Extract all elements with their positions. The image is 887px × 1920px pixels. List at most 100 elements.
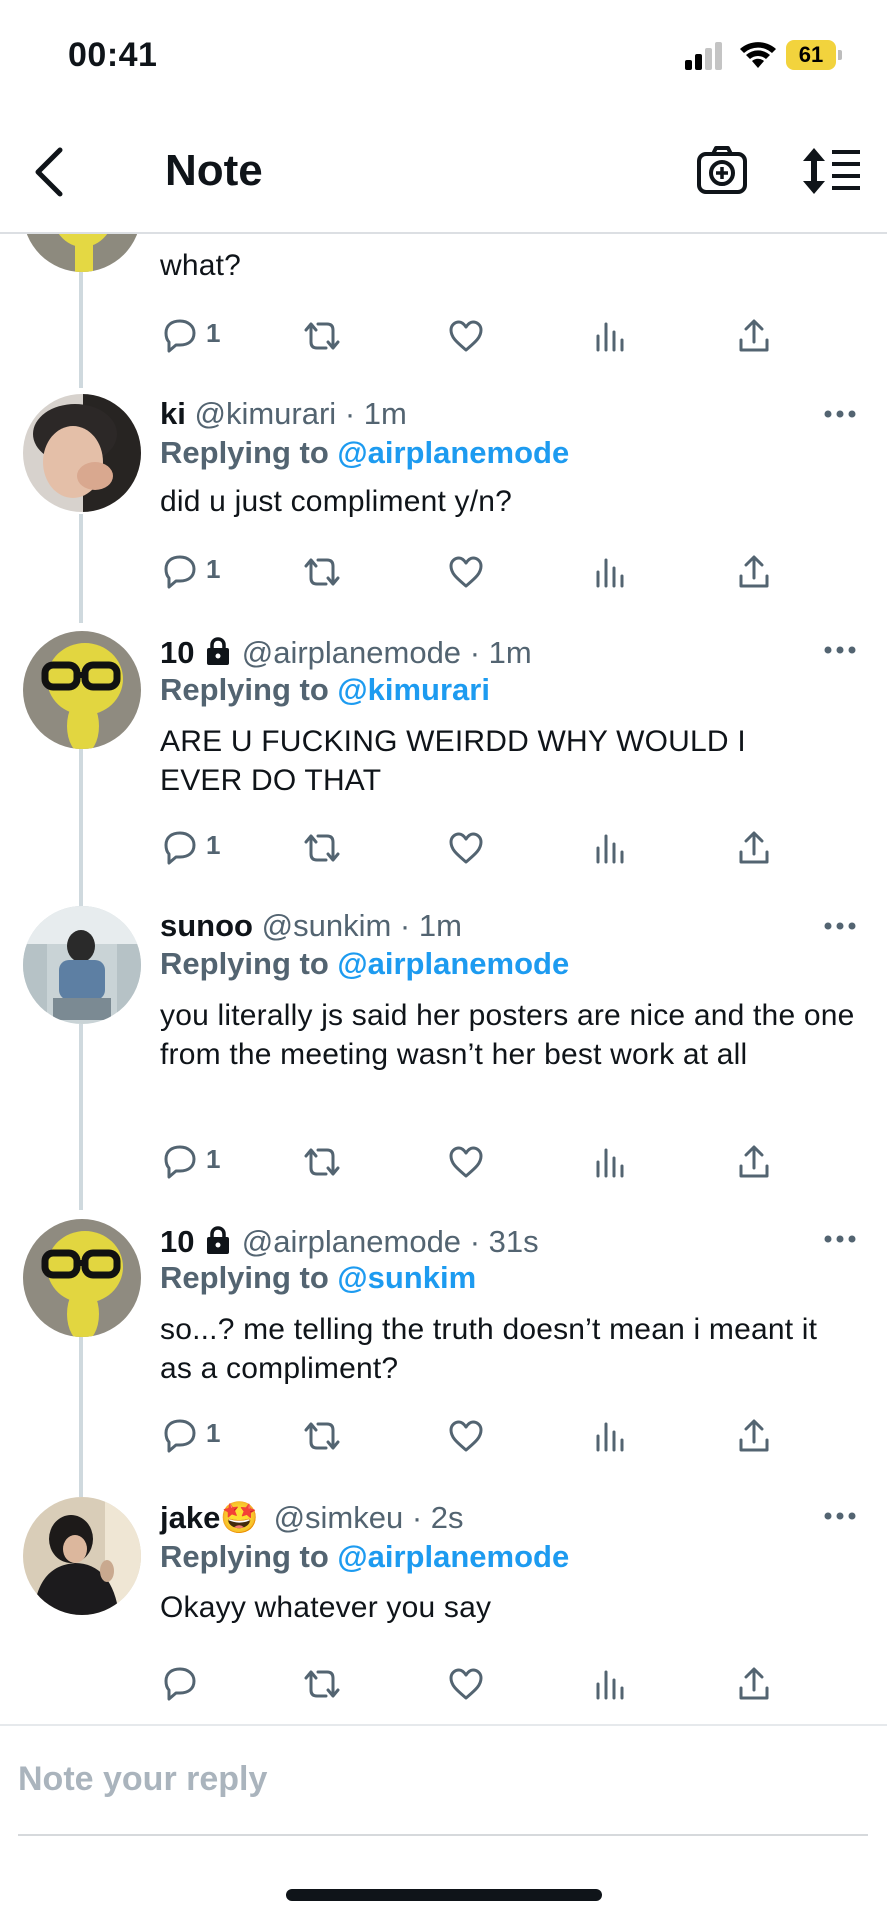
like-button[interactable] xyxy=(446,828,486,868)
stats-icon xyxy=(596,1422,624,1452)
avatar[interactable] xyxy=(23,906,141,1024)
avatar[interactable] xyxy=(23,1219,141,1337)
camera-plus-icon[interactable] xyxy=(696,144,748,196)
retweet-button[interactable] xyxy=(300,828,344,868)
avatar[interactable] xyxy=(23,631,141,749)
display-name[interactable]: 10 xyxy=(160,635,194,670)
reply-button[interactable]: 1 xyxy=(160,552,220,592)
mention-link[interactable]: @sunkim xyxy=(337,1260,476,1295)
display-name[interactable]: ki xyxy=(160,396,186,431)
reply-button[interactable]: 1 xyxy=(160,1142,220,1182)
more-icon[interactable] xyxy=(820,916,860,936)
like-button[interactable] xyxy=(446,1416,486,1456)
share-icon xyxy=(739,1145,769,1178)
tweet-actions: 1 xyxy=(160,1142,800,1182)
retweet-button[interactable] xyxy=(300,316,344,356)
reply-icon xyxy=(164,1667,196,1701)
tweet-actions: 1 xyxy=(160,1416,800,1456)
stats-icon xyxy=(596,1148,624,1178)
reply-count: 1 xyxy=(206,1144,221,1174)
composer-divider xyxy=(18,1834,868,1836)
like-icon xyxy=(449,556,483,588)
replies-feed[interactable]: what? 1 ki @kimurari · 1m Replying to @a… xyxy=(0,234,887,1724)
like-icon xyxy=(449,1420,483,1452)
reply-count: 1 xyxy=(206,830,221,860)
reply-input[interactable]: Note your reply xyxy=(18,1760,267,1799)
stats-button[interactable] xyxy=(590,316,630,356)
thread-line xyxy=(79,749,83,907)
username[interactable]: @kimurari xyxy=(194,396,336,431)
mention-link[interactable]: @kimurari xyxy=(337,672,490,707)
share-button[interactable] xyxy=(734,828,774,868)
share-button[interactable] xyxy=(734,1664,774,1704)
stats-icon xyxy=(596,1670,624,1700)
retweet-button[interactable] xyxy=(300,552,344,592)
retweet-icon xyxy=(304,322,340,350)
timestamp: · 31s xyxy=(469,1224,539,1259)
username[interactable]: @airplanemode xyxy=(242,635,461,670)
tweet-text: did u just compliment y/n? xyxy=(160,485,513,518)
sort-icon[interactable] xyxy=(800,146,862,196)
lock-icon xyxy=(207,637,230,665)
tweet-text: what? xyxy=(160,249,242,282)
username[interactable]: @sunkim xyxy=(262,908,392,943)
stats-button[interactable] xyxy=(590,828,630,868)
share-button[interactable] xyxy=(734,552,774,592)
display-name[interactable]: sunoo xyxy=(160,908,253,943)
reply-icon xyxy=(164,1419,196,1453)
share-button[interactable] xyxy=(734,1416,774,1456)
reply-button[interactable]: 1 xyxy=(160,316,220,356)
mention-link[interactable]: @airplanemode xyxy=(337,946,569,981)
like-icon xyxy=(449,1668,483,1700)
share-icon xyxy=(739,555,769,588)
replying-label: Replying to xyxy=(160,1260,329,1295)
retweet-button[interactable] xyxy=(300,1664,344,1704)
more-icon[interactable] xyxy=(820,1229,860,1249)
avatar[interactable] xyxy=(23,234,141,272)
like-button[interactable] xyxy=(446,1142,486,1182)
tweet-actions: 1 xyxy=(160,828,800,868)
like-button[interactable] xyxy=(446,1664,486,1704)
battery-level: 61 xyxy=(798,42,824,67)
display-name[interactable]: 10 xyxy=(160,1224,194,1259)
more-icon[interactable] xyxy=(820,640,860,660)
retweet-icon xyxy=(304,558,340,586)
tweet-text: ARE U FUCKING WEIRDD WHY WOULD I EVER DO… xyxy=(160,725,746,797)
timestamp: · 1m xyxy=(344,396,407,431)
reply-count: 1 xyxy=(206,554,221,584)
display-name[interactable]: jake🤩 xyxy=(160,1500,259,1535)
retweet-icon xyxy=(304,1422,340,1450)
like-icon xyxy=(449,832,483,864)
reply-button[interactable] xyxy=(160,1664,200,1704)
tweet-header: 10 @airplanemode · 31s xyxy=(160,1224,539,1260)
retweet-button[interactable] xyxy=(300,1142,344,1182)
thread-line xyxy=(79,1334,83,1497)
share-button[interactable] xyxy=(734,1142,774,1182)
like-button[interactable] xyxy=(446,552,486,592)
share-button[interactable] xyxy=(734,316,774,356)
stats-button[interactable] xyxy=(590,1142,630,1182)
timestamp: · 1m xyxy=(469,635,532,670)
like-button[interactable] xyxy=(446,316,486,356)
home-indicator[interactable] xyxy=(286,1889,602,1901)
retweet-button[interactable] xyxy=(300,1416,344,1456)
stats-button[interactable] xyxy=(590,552,630,592)
username[interactable]: @airplanemode xyxy=(242,1224,461,1259)
mention-link[interactable]: @airplanemode xyxy=(337,435,569,470)
more-icon[interactable] xyxy=(820,404,860,424)
reply-composer[interactable]: Note your reply xyxy=(0,1724,887,1834)
thread-line xyxy=(79,1024,83,1210)
stats-button[interactable] xyxy=(590,1664,630,1704)
more-icon[interactable] xyxy=(820,1506,860,1526)
replying-to: Replying to @airplanemode xyxy=(160,1539,569,1575)
reply-button[interactable]: 1 xyxy=(160,1416,220,1456)
avatar[interactable] xyxy=(23,394,141,512)
like-icon xyxy=(449,1146,483,1178)
username[interactable]: @simkeu xyxy=(274,1500,404,1535)
stats-button[interactable] xyxy=(590,1416,630,1456)
wifi-icon xyxy=(740,42,776,68)
chevron-left-icon[interactable] xyxy=(28,144,72,200)
avatar[interactable] xyxy=(23,1497,141,1615)
mention-link[interactable]: @airplanemode xyxy=(337,1539,569,1574)
reply-button[interactable]: 1 xyxy=(160,828,220,868)
